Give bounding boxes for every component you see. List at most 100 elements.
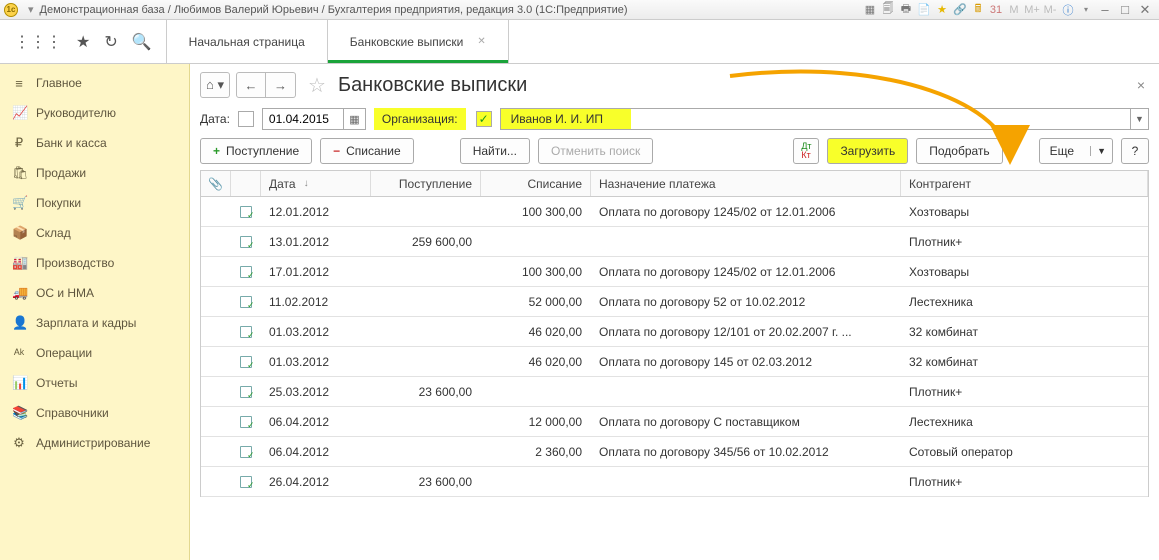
cell-state [231,437,261,466]
close-button[interactable]: ✕ [1136,3,1154,17]
sidebar-item-icon: 🚚 [12,285,26,301]
more-button[interactable]: Еще▼ [1039,138,1113,164]
sidebar-item[interactable]: 📊Отчеты [0,368,189,398]
table-row[interactable]: 25.03.201223 600,00Плотник+ [201,377,1148,407]
col-date[interactable]: Дата [261,171,371,196]
pick-label: Подобрать [929,144,989,158]
sidebar-item[interactable]: 🛍Продажи [0,158,189,188]
app-menu-dropdown-icon[interactable]: ▾ [28,3,34,16]
date-filter-checkbox[interactable] [238,111,254,127]
sidebar-item-label: Покупки [36,196,81,210]
cell-date: 13.01.2012 [261,227,371,256]
cell-attachment [201,287,231,316]
date-input[interactable] [263,109,343,129]
calc-icon[interactable]: 🖩 [970,3,986,17]
document-posted-icon [240,386,252,398]
document-posted-icon [240,326,252,338]
document-posted-icon [240,356,252,368]
cell-receipt [371,197,481,226]
toolbar-icon-4[interactable]: 📄 [916,3,932,17]
favorite-icon[interactable]: ★ [934,3,950,17]
table-row[interactable]: 06.04.201212 000,00Оплата по договору С … [201,407,1148,437]
sidebar-item-label: Зарплата и кадры [36,316,136,330]
org-field[interactable]: Иванов И. И. ИП ▼ [500,108,1149,130]
sidebar-item[interactable]: 🏭Производство [0,248,189,278]
col-purpose[interactable]: Назначение платежа [591,171,901,196]
sidebar-item[interactable]: 📦Склад [0,218,189,248]
table-row[interactable]: 01.03.201246 020,00Оплата по договору 14… [201,347,1148,377]
table-row[interactable]: 17.01.2012100 300,00Оплата по договору 1… [201,257,1148,287]
help-drop-icon[interactable]: ▾ [1078,3,1094,17]
link-icon[interactable]: 🔗 [952,3,968,17]
sidebar-item[interactable]: 🛒Покупки [0,188,189,218]
col-receipt[interactable]: Поступление [371,171,481,196]
cell-date: 25.03.2012 [261,377,371,406]
toolbar-icon-2[interactable]: 🗐 [880,3,896,17]
table-row[interactable]: 26.04.201223 600,00Плотник+ [201,467,1148,497]
home-button[interactable]: ⌂ ▾ [200,72,230,98]
org-dropdown-icon[interactable]: ▼ [1130,109,1148,129]
help-icon[interactable]: ⓘ [1060,3,1076,17]
sidebar-item[interactable]: 🚚ОС и НМА [0,278,189,308]
window-title: Демонстрационная база / Любимов Валерий … [40,4,628,16]
cell-purpose [591,377,901,406]
writeoff-button[interactable]: −Списание [320,138,414,164]
table-row[interactable]: 13.01.2012259 600,00Плотник+ [201,227,1148,257]
sidebar-item[interactable]: ⚙Администрирование [0,428,189,458]
date-picker-icon[interactable]: ▦ [343,109,365,129]
more-dropdown-icon[interactable]: ▼ [1090,146,1112,156]
m-icon[interactable]: M [1006,3,1022,17]
app-logo-icon: 1c [4,3,18,17]
cell-writeoff: 100 300,00 [481,197,591,226]
nav-forward-button[interactable]: → [266,72,296,98]
find-button[interactable]: Найти... [460,138,530,164]
toolbar-icon-1[interactable]: ▦ [862,3,878,17]
sidebar-item[interactable]: ₽Банк и касса [0,128,189,158]
cell-date: 11.02.2012 [261,287,371,316]
sidebar-item[interactable]: 📚Справочники [0,398,189,428]
search-icon[interactable]: 🔍 [132,32,152,52]
col-attachment[interactable]: 📎 [201,171,231,196]
receipt-button[interactable]: +Поступление [200,138,312,164]
page-close-icon[interactable]: × [1133,73,1149,97]
cell-purpose: Оплата по договору 145 от 02.03.2012 [591,347,901,376]
apps-grid-icon[interactable]: ⋮⋮⋮ [14,32,62,52]
help-button[interactable]: ? [1121,138,1149,164]
pick-button[interactable]: Подобрать [916,138,1002,164]
table-row[interactable]: 11.02.201252 000,00Оплата по договору 52… [201,287,1148,317]
dtkt-icon: ДтКт [801,142,811,160]
table-body: 12.01.2012100 300,00Оплата по договору 1… [201,197,1148,497]
table-row[interactable]: 01.03.201246 020,00Оплата по договору 12… [201,317,1148,347]
sidebar-item[interactable]: ᴬᵏОперации [0,338,189,368]
col-counterparty[interactable]: Контрагент [901,171,1148,196]
tab-home[interactable]: Начальная страница [167,20,328,63]
tab-bank-statements[interactable]: Банковские выписки ✕ [328,20,509,63]
sidebar: ≡Главное📈Руководителю₽Банк и касса🛍Прода… [0,64,190,560]
cancel-find-button[interactable]: Отменить поиск [538,138,653,164]
col-state[interactable] [231,171,261,196]
org-filter-checkbox[interactable]: ✓ [476,111,492,127]
maximize-button[interactable]: □ [1116,3,1134,17]
page-favorite-icon[interactable]: ☆ [308,73,326,98]
m-minus-icon[interactable]: M- [1042,3,1058,17]
tabbar-tools: ⋮⋮⋮ ★ ↻ 🔍 [0,20,167,63]
toolbar-icon-3[interactable]: 🖶 [898,3,914,17]
load-button[interactable]: Загрузить [827,138,908,164]
m-plus-icon[interactable]: M+ [1024,3,1040,17]
sidebar-item[interactable]: ≡Главное [0,68,189,98]
dtkt-button[interactable]: ДтКт [793,138,819,164]
sidebar-item[interactable]: 📈Руководителю [0,98,189,128]
tab-close-icon[interactable]: ✕ [477,36,485,47]
table-row[interactable]: 06.04.20122 360,00Оплата по договору 345… [201,437,1148,467]
calendar-icon[interactable]: 31 [988,3,1004,17]
col-writeoff[interactable]: Списание [481,171,591,196]
content-area: ⌂ ▾ ← → ☆ Банковские выписки × Дата: ▦ О… [190,64,1159,560]
sidebar-item-icon: 📚 [12,405,26,421]
toolbar: +Поступление −Списание Найти... Отменить… [200,138,1149,164]
nav-back-button[interactable]: ← [236,72,266,98]
minimize-button[interactable]: – [1096,3,1114,17]
table-row[interactable]: 12.01.2012100 300,00Оплата по договору 1… [201,197,1148,227]
sidebar-item[interactable]: 👤Зарплата и кадры [0,308,189,338]
star-icon[interactable]: ★ [76,32,90,52]
history-icon[interactable]: ↻ [104,32,117,52]
